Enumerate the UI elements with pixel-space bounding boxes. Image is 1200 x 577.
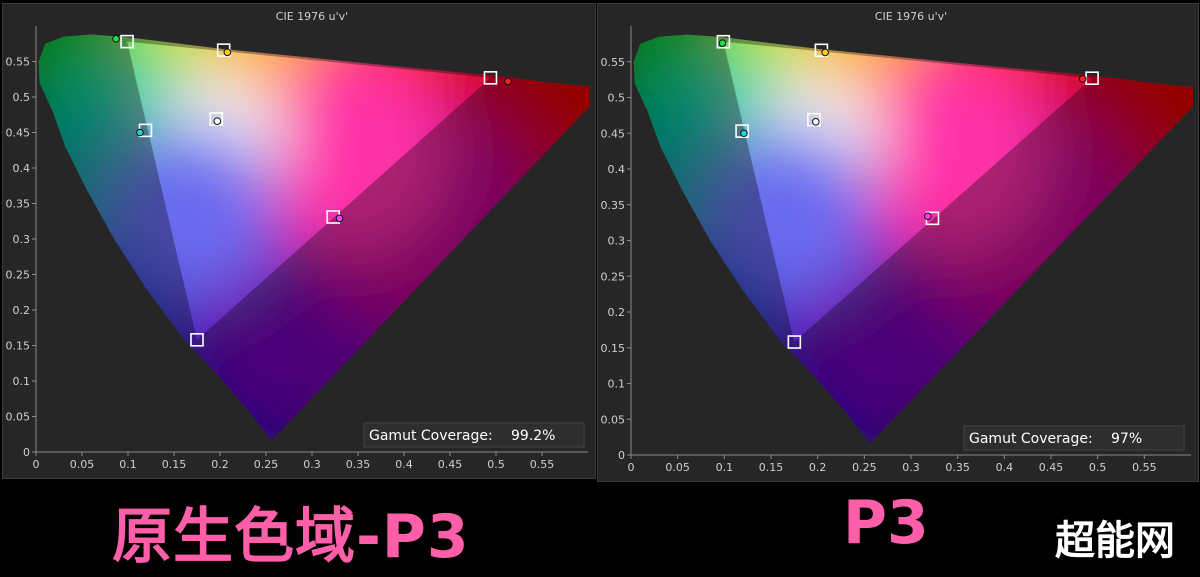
y-tick-label: 0.2 (608, 306, 626, 319)
y-tick-label: 0.3 (608, 235, 626, 248)
gamut-coverage-box: Gamut Coverage: 97% (963, 425, 1185, 451)
measured-point-marker (213, 117, 222, 125)
y-tick-label: 0.05 (6, 411, 31, 424)
x-tick-label: 0.45 (1039, 461, 1064, 474)
x-tick-label: 0.15 (162, 458, 187, 471)
y-tick-label: 0.05 (601, 413, 626, 426)
y-tick-label: 0.25 (6, 269, 31, 282)
chart-panel-p3: CIE 1976 u'v' 0 0.05 0.1 0.15 0.2 0.25 0.3 0.35 0… (597, 3, 1199, 482)
gamut-coverage-label: Gamut Coverage: (969, 431, 1093, 447)
x-tick-label: 0.35 (346, 458, 371, 471)
measured-point-marker (504, 77, 512, 86)
x-tick-label: 0.4 (395, 458, 413, 471)
x-tick-label: 0.05 (70, 458, 95, 471)
gamut-coverage-box: Gamut Coverage: 99.2% (363, 422, 585, 448)
y-tick-label: 0.1 (608, 378, 626, 391)
y-tick-label: 0.55 (6, 56, 31, 69)
brand-logo: 超能网 (1055, 518, 1175, 564)
x-tick-label: 0.2 (211, 458, 229, 471)
x-tick-label: 0.25 (852, 461, 877, 474)
y-tick-label: 0.3 (13, 233, 31, 246)
measured-point-marker (1078, 75, 1087, 83)
x-tick-label: 0.1 (119, 458, 137, 471)
gamut-coverage-value: 97% (1111, 431, 1142, 447)
measured-point-marker (740, 129, 748, 138)
measured-point-marker (112, 34, 120, 43)
measured-point-marker (718, 39, 727, 47)
y-tick-label: 0.4 (13, 162, 31, 175)
y-tick-label: 0.35 (6, 198, 31, 211)
x-tick-label: 0.4 (996, 461, 1014, 474)
y-tick-label: 0.55 (601, 56, 626, 69)
y-tick-label: 0.15 (6, 340, 31, 353)
y-tick-label: 0.2 (13, 304, 31, 317)
caption-p3: P3 (843, 488, 929, 558)
gamut-coverage-label: Gamut Coverage: (369, 428, 493, 444)
x-tick-label: 0.3 (303, 458, 321, 471)
x-tick-label: 0.05 (665, 461, 690, 474)
x-tick-label: 0.2 (809, 461, 827, 474)
x-tick-label: 0.45 (438, 458, 463, 471)
measured-point-marker (812, 118, 820, 126)
y-tick-label: 0.45 (601, 127, 626, 140)
x-tick-label: 0.3 (902, 461, 920, 474)
y-tick-label: 0.5 (13, 91, 31, 104)
chart-title: CIE 1976 u'v' (276, 10, 348, 23)
y-tick-label: 0.1 (13, 375, 31, 388)
y-tick-label: 0.45 (6, 127, 31, 140)
caption-native-gamut-p3: 原生色域-P3 (112, 502, 470, 572)
y-tick-label: 0.25 (601, 270, 626, 283)
y-tick-label: 0 (23, 446, 30, 459)
x-tick-label: 0.15 (759, 461, 784, 474)
measured-point-marker (821, 48, 829, 57)
x-tick-label: 0.55 (530, 458, 555, 471)
x-tick-label: 0 (628, 461, 635, 474)
x-tick-label: 0.5 (1089, 461, 1107, 474)
measured-point-marker (924, 212, 932, 220)
y-tick-label: 0.4 (608, 163, 626, 176)
gamut-coverage-value: 99.2% (511, 428, 555, 444)
x-tick-label: 0.25 (254, 458, 279, 471)
x-tick-label: 0.35 (945, 461, 970, 474)
x-tick-label: 0.55 (1132, 461, 1157, 474)
cie-chart-right: CIE 1976 u'v' 0 0.05 0.1 0.15 0.2 0.25 0.3 0.35 0… (601, 10, 1193, 474)
chart-title: CIE 1976 u'v' (875, 10, 947, 23)
y-tick-label: 0.5 (608, 92, 626, 105)
x-tick-label: 0.1 (716, 461, 734, 474)
y-tick-label: 0.35 (601, 199, 626, 212)
measured-point-marker (335, 214, 344, 223)
y-tick-label: 0 (618, 449, 625, 462)
x-tick-label: 0 (33, 458, 40, 471)
y-tick-label: 0.15 (601, 342, 626, 355)
chart-panel-native-p3: CIE 1976 u'v' 0 0.05 0.1 0.15 0.2 0.25 0.3 0.35 0… (2, 3, 596, 479)
measured-point-marker (223, 48, 232, 57)
measured-point-marker (136, 128, 144, 137)
x-tick-label: 0.5 (487, 458, 505, 471)
cie-chart-left: CIE 1976 u'v' 0 0.05 0.1 0.15 0.2 0.25 0.3 0.35 0… (6, 10, 590, 471)
